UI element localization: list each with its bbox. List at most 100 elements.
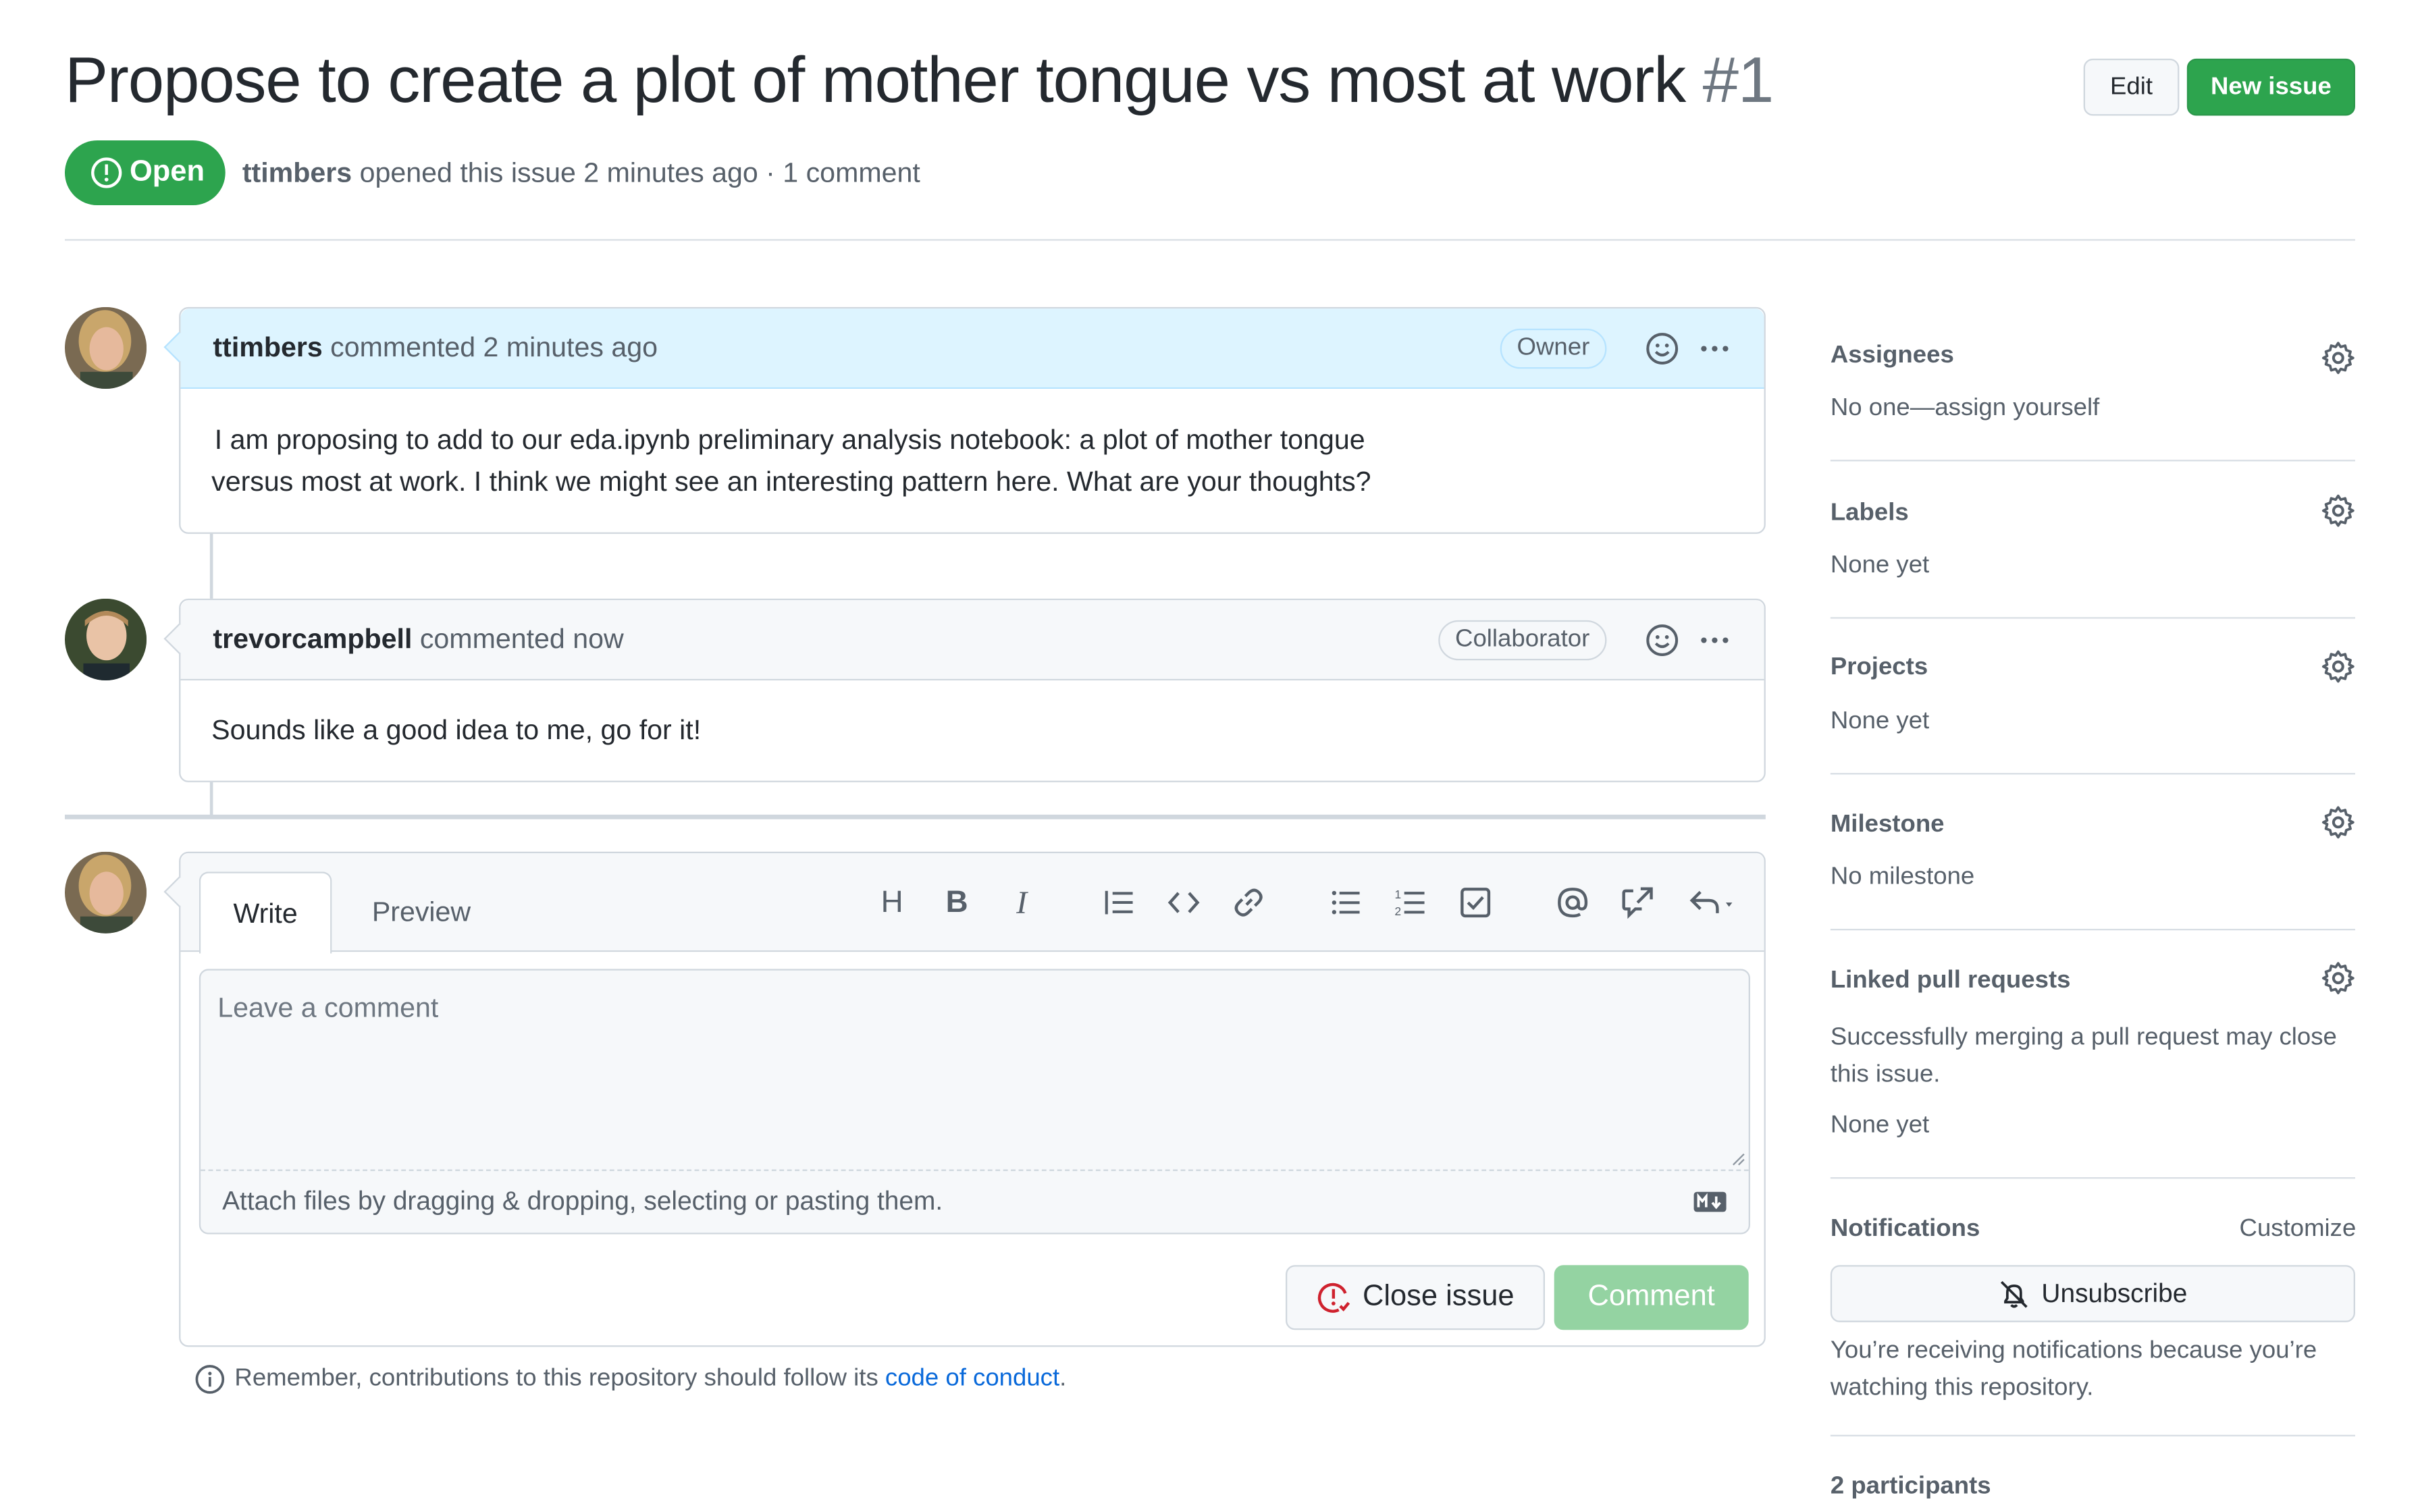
issue-meta: ttimbers opened this issue 2 minutes ago…	[242, 157, 920, 190]
gear-icon[interactable]	[2321, 649, 2355, 683]
issue-opened-icon	[90, 156, 124, 190]
smiley-icon[interactable]	[1643, 621, 1681, 658]
notifications-title: Notifications	[1830, 1216, 1980, 1242]
reply-icon[interactable]	[1685, 884, 1741, 921]
comment-body-line: I am proposing to add to our eda.ipynb p…	[214, 424, 1365, 456]
bell-slash-icon	[1998, 1278, 2029, 1310]
timeline-connector	[209, 533, 213, 599]
projects-title[interactable]: Projects	[1831, 654, 1928, 682]
linked-desc-line: Successfully merging a pull request may …	[1830, 1024, 2337, 1051]
comment-button[interactable]: Comment	[1554, 1265, 1749, 1330]
comment-placeholder: Leave a comment	[217, 992, 439, 1023]
italic-icon[interactable]: I	[1003, 884, 1041, 921]
code-of-conduct-link[interactable]: code of conduct	[885, 1366, 1059, 1392]
task-list-icon[interactable]	[1457, 884, 1494, 921]
issue-closed-icon	[1316, 1280, 1350, 1314]
smiley-icon[interactable]	[1643, 329, 1681, 367]
close-issue-label: Close issue	[1363, 1280, 1515, 1314]
assignees-value[interactable]: No one—assign yourself	[1831, 395, 2099, 423]
gear-icon[interactable]	[2321, 341, 2355, 375]
header-divider	[64, 239, 2355, 241]
remember-text: Remember, contributions to this reposito…	[234, 1365, 878, 1392]
code-of-conduct-notice: Remember, contributions to this reposito…	[194, 1364, 1066, 1395]
notif-desc-line: You’re receiving notifications because y…	[1830, 1337, 2317, 1364]
sidebar-divider	[1830, 1434, 2355, 1436]
comment-textarea[interactable]: Leave a comment Attach files by dragging…	[199, 969, 1750, 1235]
resize-handle-icon[interactable]	[1730, 1151, 1745, 1166]
attach-files-text: Attach files by dragging & dropping, sel…	[222, 1186, 943, 1216]
avatar-trevorcampbell[interactable]	[64, 598, 147, 680]
bulleted-list-icon[interactable]	[1327, 884, 1365, 921]
comment-body: Sounds like a good idea to me, go for it…	[180, 680, 1764, 782]
linked-pull-requests-value: None yet	[1830, 1112, 1930, 1139]
milestone-title[interactable]: Milestone	[1831, 811, 1945, 839]
avatar-current-user[interactable]	[64, 851, 147, 934]
owner-badge: Owner	[1500, 327, 1607, 369]
projects-value: None yet	[1830, 708, 1930, 734]
issue-state-badge: Open	[64, 140, 226, 205]
svg-text:1: 1	[1395, 888, 1402, 901]
info-icon	[194, 1364, 226, 1395]
numbered-list-icon[interactable]: 12	[1392, 884, 1429, 921]
bold-icon[interactable]: B	[939, 884, 976, 921]
new-issue-button[interactable]: New issue	[2186, 58, 2355, 116]
linked-pull-requests-description: Successfully merging a pull request may …	[1831, 1020, 2337, 1094]
gear-icon[interactable]	[2321, 493, 2355, 527]
comment-author[interactable]: trevorcampbell	[213, 623, 412, 655]
kebab-icon[interactable]	[1696, 329, 1733, 367]
link-icon[interactable]	[1230, 884, 1267, 921]
cross-reference-icon[interactable]	[1619, 884, 1656, 921]
comment-trevorcampbell: trevorcampbell commented now Collaborato…	[163, 598, 1766, 782]
notif-desc-line: watching this repository.	[1830, 1374, 2094, 1401]
quote-icon[interactable]	[1101, 884, 1138, 921]
labels-value: None yet	[1830, 552, 1930, 579]
mention-icon[interactable]	[1554, 884, 1592, 921]
sidebar-divider	[1830, 617, 2355, 619]
comment-time[interactable]: commented 2 minutes ago	[330, 331, 658, 364]
gear-icon[interactable]	[2321, 805, 2355, 839]
sidebar-divider	[1830, 460, 2355, 462]
code-icon[interactable]	[1165, 884, 1203, 921]
issue-author-link[interactable]: ttimbers	[242, 157, 352, 188]
assignees-title[interactable]: Assignees	[1831, 342, 1954, 370]
close-issue-button[interactable]: Close issue	[1285, 1265, 1545, 1330]
linked-pull-requests-title[interactable]: Linked pull requests	[1831, 967, 2071, 995]
collaborator-badge: Collaborator	[1438, 619, 1607, 660]
gear-icon[interactable]	[2321, 961, 2355, 995]
issue-title: Propose to create a plot of mother tongu…	[64, 43, 1774, 117]
sidebar-divider	[1830, 928, 2355, 931]
heading-icon[interactable]: H	[874, 884, 911, 921]
tab-write[interactable]: Write	[199, 871, 332, 954]
timeline-divider	[64, 814, 1766, 819]
comment-header: ttimbers commented 2 minutes ago Owner	[180, 308, 1764, 389]
issue-title-text: Propose to create a plot of mother tongu…	[64, 43, 1686, 116]
kebab-icon[interactable]	[1696, 621, 1733, 658]
issue-meta-text: opened this issue 2 minutes ago · 1 comm…	[359, 157, 920, 188]
issue-number: #1	[1702, 43, 1774, 116]
notifications-reason: You’re receiving notifications because y…	[1831, 1333, 2317, 1407]
edit-button[interactable]: Edit	[2083, 58, 2180, 116]
svg-text:2: 2	[1395, 905, 1402, 918]
attach-files-bar[interactable]: Attach files by dragging & dropping, sel…	[201, 1171, 1749, 1233]
comment-author[interactable]: ttimbers	[213, 331, 322, 364]
comment-body: I am proposing to add to our eda.ipynb p…	[180, 389, 1764, 534]
comment-time[interactable]: commented now	[420, 623, 624, 655]
milestone-value: No milestone	[1830, 863, 1975, 890]
comment-header: trevorcampbell commented now Collaborato…	[180, 600, 1764, 680]
tab-preview[interactable]: Preview	[347, 871, 495, 952]
timeline-connector	[209, 782, 213, 817]
participants-title: 2 participants	[1830, 1473, 1991, 1500]
comment-body-line: Sounds like a good idea to me, go for it…	[211, 714, 702, 745]
comment-body-line: versus most at work. I think we might se…	[211, 466, 1371, 497]
customize-link[interactable]: Customize	[2240, 1216, 2357, 1243]
avatar-ttimbers[interactable]	[64, 306, 147, 389]
unsubscribe-label: Unsubscribe	[2041, 1278, 2188, 1308]
sidebar-divider	[1830, 1177, 2355, 1179]
markdown-icon[interactable]	[1693, 1191, 1727, 1213]
unsubscribe-button[interactable]: Unsubscribe	[1830, 1265, 2355, 1322]
linked-desc-line: this issue.	[1830, 1061, 1941, 1088]
comment-input[interactable]: Leave a comment	[201, 971, 1749, 1171]
sidebar-divider	[1830, 773, 2355, 775]
labels-title[interactable]: Labels	[1831, 500, 1909, 528]
issue-state-label: Open	[129, 155, 205, 188]
